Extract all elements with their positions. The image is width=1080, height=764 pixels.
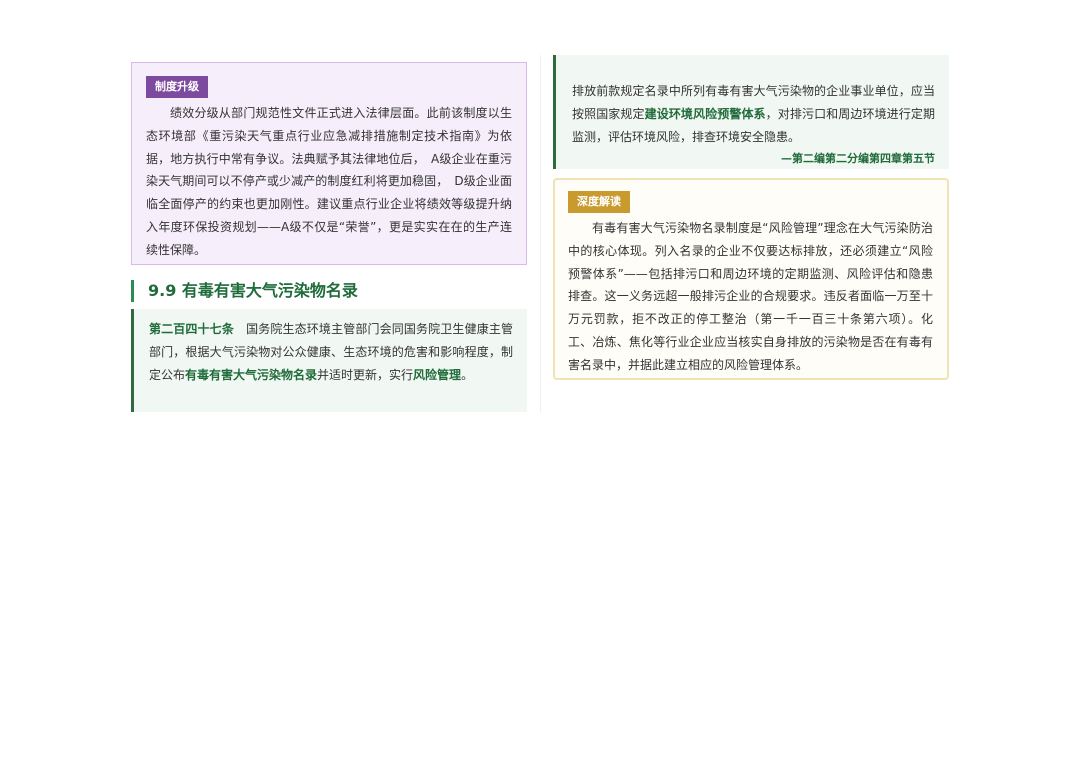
system-upgrade-text: 绩效分级从部门规范性文件正式进入法律层面。此前该制度以生态环境部《重污染天气重点…	[146, 106, 512, 257]
section-heading: 9.9 有毒有害大气污染物名录	[131, 280, 527, 302]
interpretation-text: 有毒有害大气污染物名录制度是“风险管理”理念在大气污染防治中的核心体现。列入名录…	[568, 221, 933, 372]
tag-wrapper: 深度解读	[568, 190, 933, 213]
article-number: 第二百四十七条	[149, 322, 234, 336]
interpretation-box: 深度解读 有毒有害大气污染物名录制度是“风险管理”理念在大气污染防治中的核心体现…	[553, 178, 949, 380]
article-247-text: 第二百四十七条 国务院生态环境主管部门会同国务院卫生健康主管部门，根据大气污染物…	[149, 318, 513, 386]
quote-highlight: 建设环境风险预警体系	[644, 106, 766, 121]
right-column: 排放前款规定名录中所列有毒有害大气污染物的企业事业单位，应当按照国家规定建设环境…	[553, 55, 949, 380]
left-column: 制度升级 绩效分级从部门规范性文件正式进入法律层面。此前该制度以生态环境部《重污…	[131, 62, 527, 412]
quote-source: —第二编第二分编第四章第五节	[781, 152, 935, 166]
article-highlight-risk: 风险管理	[413, 367, 462, 382]
article-247-box: 第二百四十七条 国务院生态环境主管部门会同国务院卫生健康主管部门，根据大气污染物…	[131, 309, 527, 412]
article-text-middle: 并适时更新，实行	[317, 367, 414, 382]
law-quote-text: 排放前款规定名录中所列有毒有害大气污染物的企业事业单位，应当按照国家规定建设环境…	[572, 80, 935, 148]
law-quote-box: 排放前款规定名录中所列有毒有害大气污染物的企业事业单位，应当按照国家规定建设环境…	[553, 55, 949, 169]
column-divider	[540, 55, 541, 413]
article-highlight-list: 有毒有害大气污染物名录	[185, 367, 318, 382]
article-text-end: 。	[461, 367, 474, 382]
system-upgrade-tag: 制度升级	[146, 76, 208, 98]
system-upgrade-box: 制度升级 绩效分级从部门规范性文件正式进入法律层面。此前该制度以生态环境部《重污…	[131, 62, 527, 265]
interpretation-tag: 深度解读	[568, 191, 630, 213]
tag-wrapper: 制度升级	[146, 75, 512, 98]
